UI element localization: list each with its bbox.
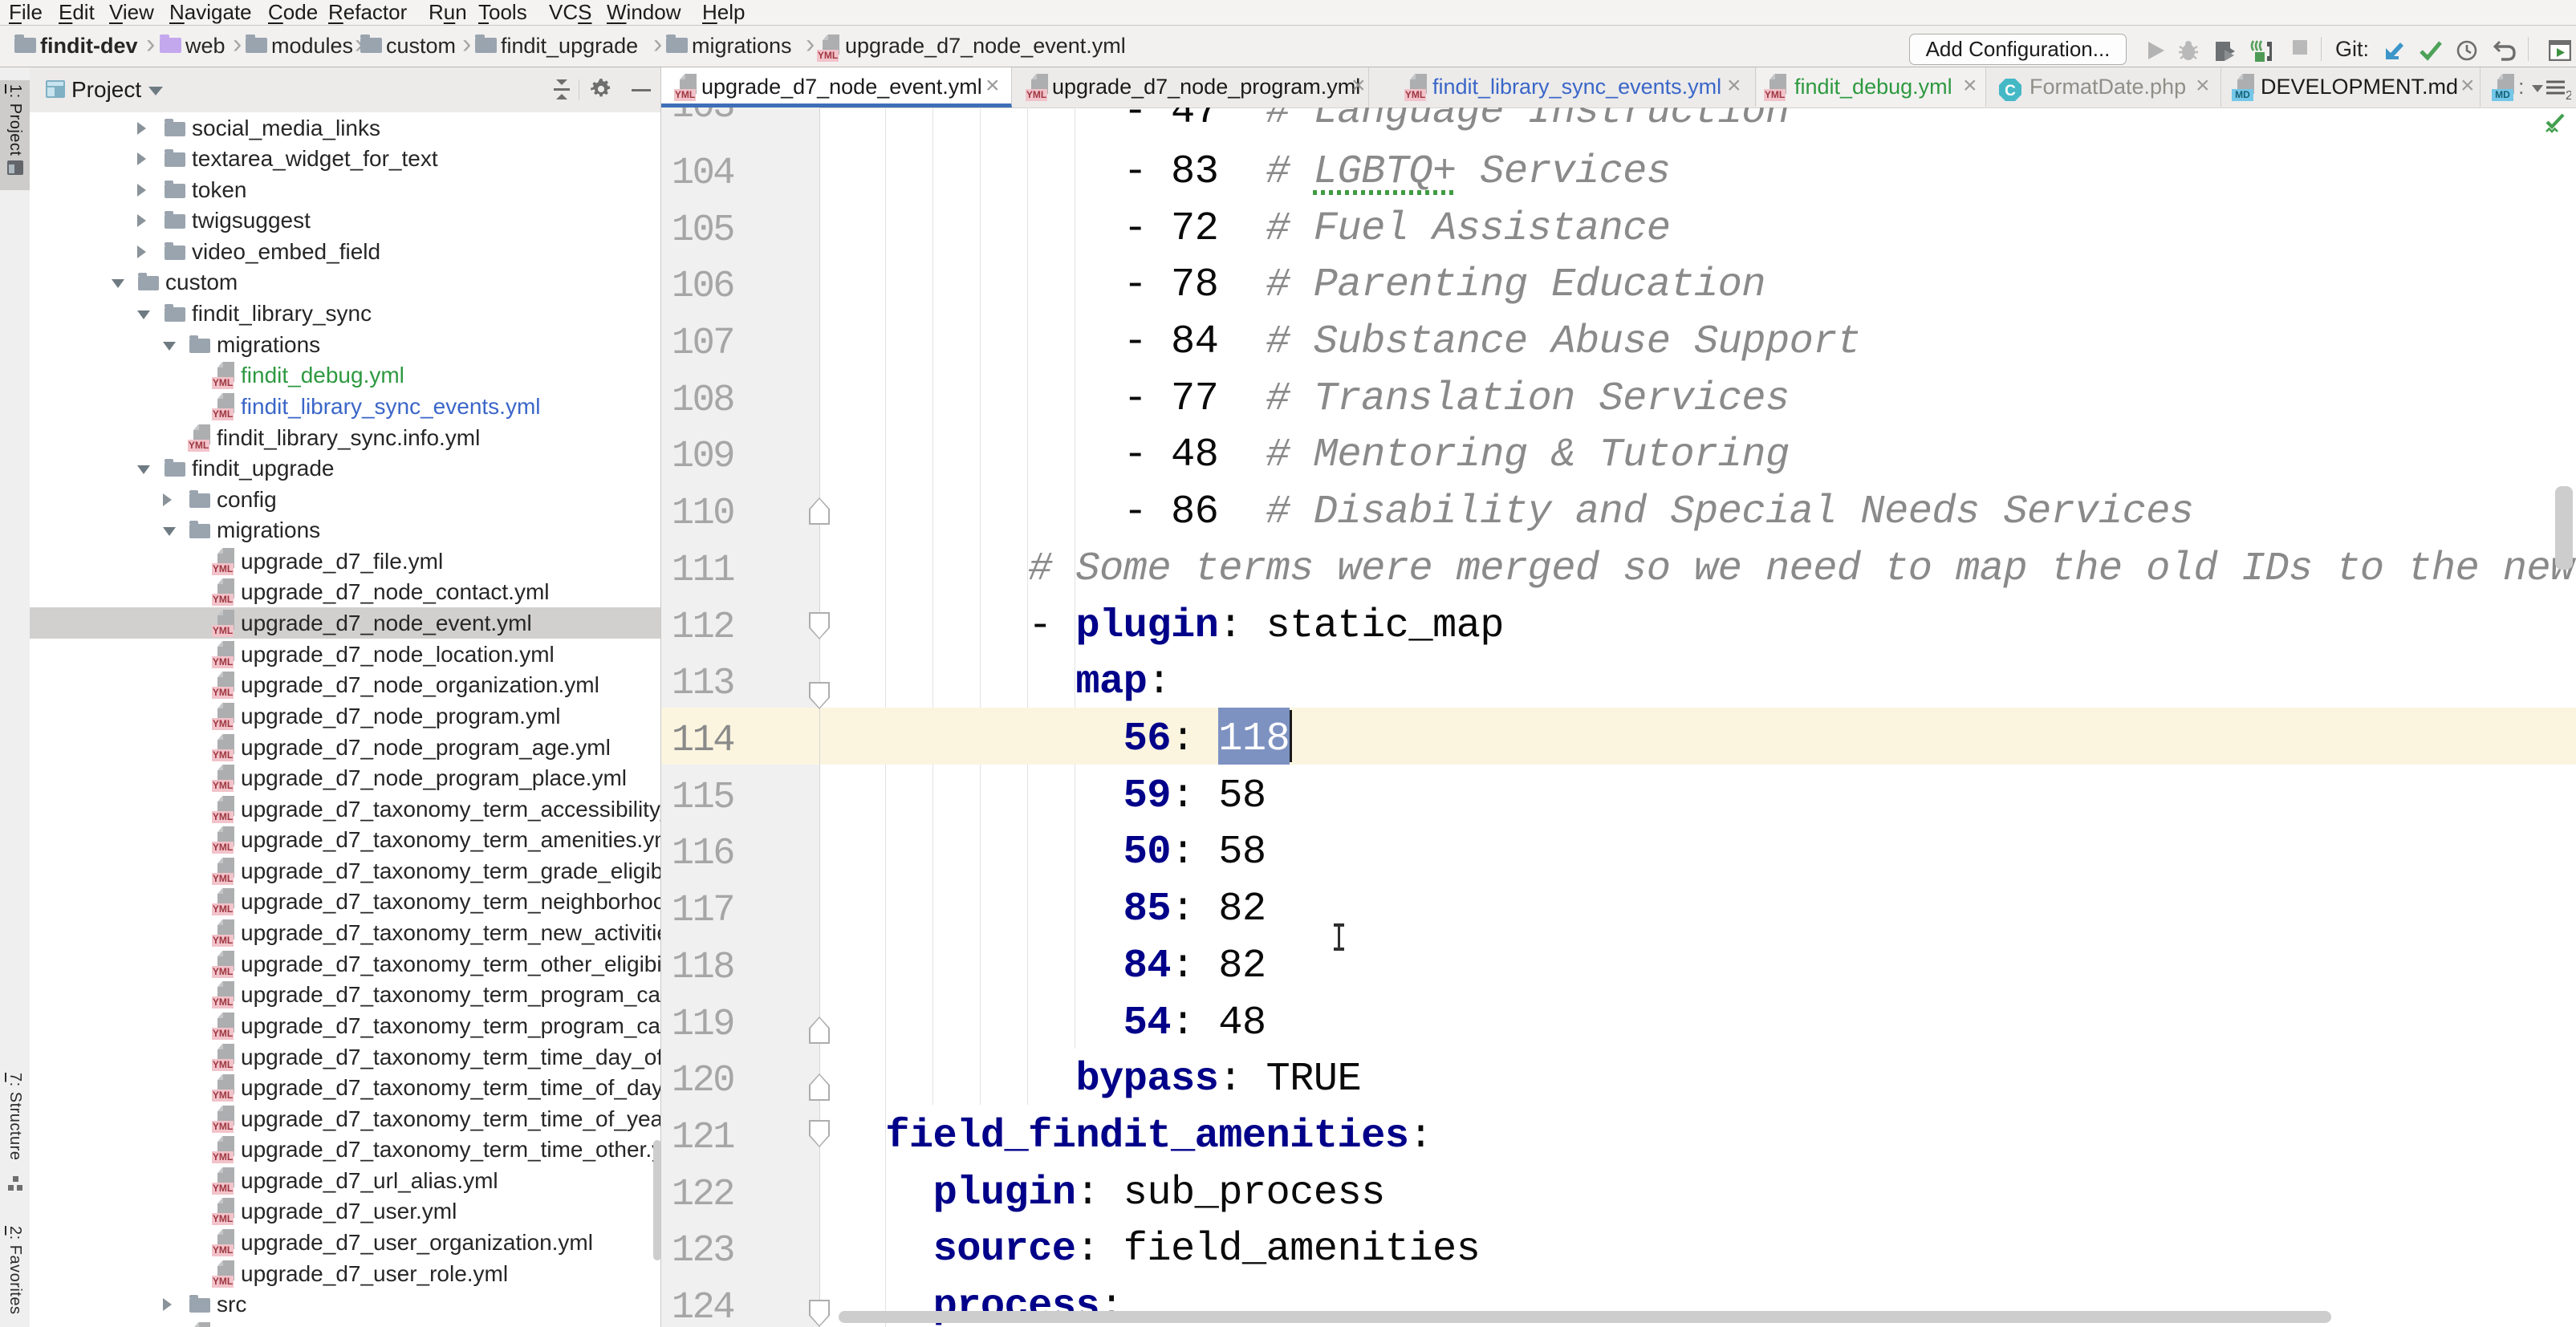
svg-text:2: 2 (2566, 89, 2571, 100)
svg-text:C: C (2005, 83, 2016, 99)
